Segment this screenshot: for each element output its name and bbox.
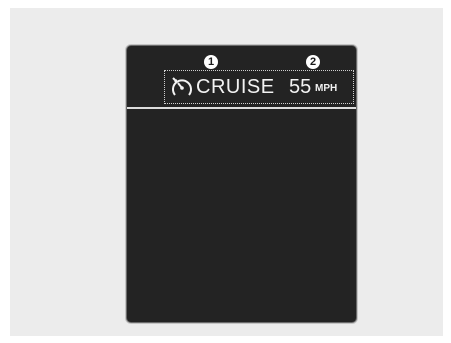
set-speed-value: 55 [289,76,312,98]
figure-background: 1 2 CRUISE 55 MPH [10,8,443,336]
speed-unit: MPH [315,83,338,94]
cruise-label: CRUISE [196,76,275,98]
cluster-display: 1 2 CRUISE 55 MPH [126,45,357,323]
callout-marker-1: 1 [204,55,218,69]
header-divider [127,107,356,109]
cruise-control-icon [172,77,192,96]
cruise-status-bar: 1 2 CRUISE 55 MPH [127,46,356,109]
callout-marker-2: 2 [306,55,320,69]
